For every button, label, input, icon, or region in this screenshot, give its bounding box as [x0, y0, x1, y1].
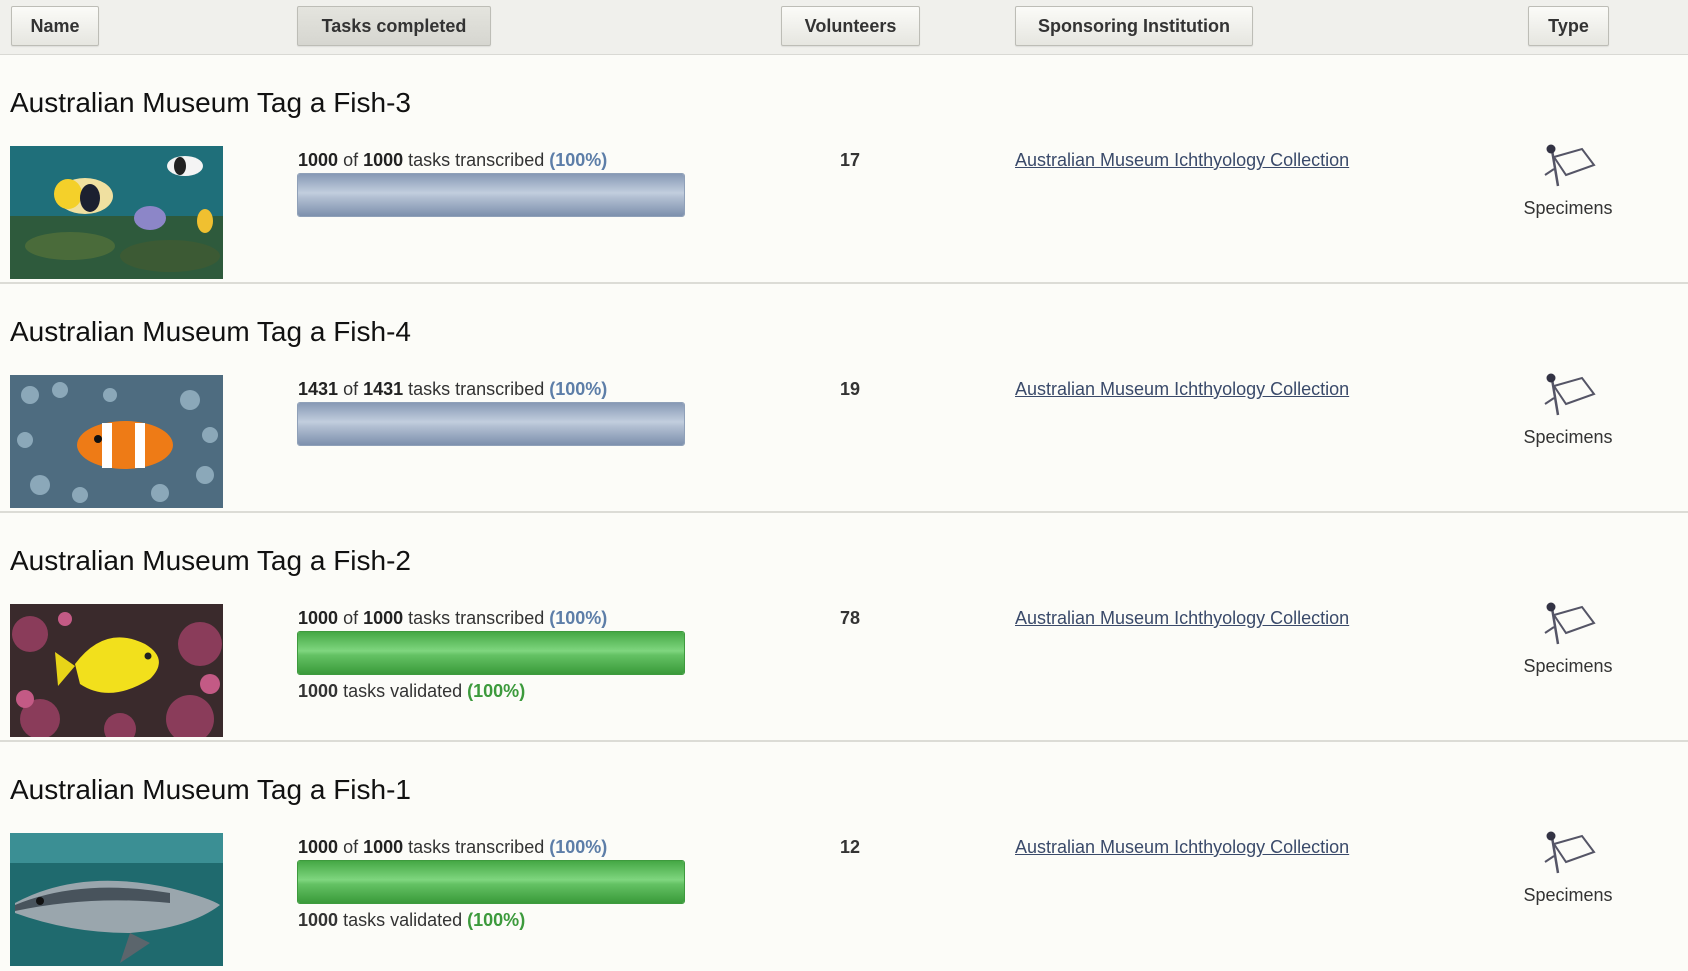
fish-butterflyfish-reef-image[interactable]	[10, 146, 223, 279]
transcribed-done: 1431	[298, 379, 339, 399]
transcribed-done: 1000	[298, 150, 339, 170]
transcribed-total: 1000	[363, 608, 404, 628]
type-label: Specimens	[1523, 885, 1613, 905]
of-word: of	[343, 150, 359, 170]
volunteer-count: 17	[839, 150, 861, 170]
fish-clownfish-anemone-thumbnail[interactable]	[10, 375, 223, 508]
transcribed-done: 1000	[298, 608, 339, 628]
transcribed-text: tasks transcribed	[408, 608, 545, 628]
sort-by-type-button[interactable]: Type	[1528, 6, 1609, 46]
progress-bar-fill	[298, 632, 684, 674]
project-name-link[interactable]: Australian Museum Tag a Fish-1	[10, 774, 411, 806]
institution-link[interactable]: Australian Museum Ichthyology Collection	[1015, 150, 1349, 171]
specimen-tag-icon	[1536, 828, 1598, 880]
project-row: Australian Museum Tag a Fish-4 1431 of 1…	[0, 284, 1688, 513]
volunteer-count: 12	[839, 837, 861, 857]
validated-text: tasks validated	[343, 681, 463, 701]
sort-by-institution-button[interactable]: Sponsoring Institution	[1015, 6, 1253, 46]
validated-number: 1000	[298, 910, 339, 930]
fish-yellow-tang-image[interactable]	[10, 604, 223, 737]
project-row: Australian Museum Tag a Fish-2 1000 of 1…	[0, 513, 1688, 742]
project-name-link[interactable]: Australian Museum Tag a Fish-2	[10, 545, 411, 577]
of-word: of	[343, 608, 359, 628]
specimen-tag-icon	[1536, 599, 1598, 651]
institution-link[interactable]: Australian Museum Ichthyology Collection	[1015, 608, 1349, 629]
fish-tuna-thumbnail[interactable]	[10, 833, 223, 966]
fish-butterflyfish-reef-thumbnail[interactable]	[10, 146, 223, 279]
fish-yellow-tang-thumbnail[interactable]	[10, 604, 223, 737]
fish-tuna-image[interactable]	[10, 833, 223, 966]
transcribed-percent: (100%)	[549, 608, 608, 628]
progress-bar	[297, 631, 685, 675]
transcribed-percent: (100%)	[549, 150, 608, 170]
validated-number: 1000	[298, 681, 339, 701]
validated-percent: (100%)	[467, 910, 526, 930]
institution-link[interactable]: Australian Museum Ichthyology Collection	[1015, 379, 1349, 400]
sort-by-tasks-button[interactable]: Tasks completed	[297, 6, 491, 46]
fish-clownfish-anemone-image[interactable]	[10, 375, 223, 508]
transcribed-text: tasks transcribed	[408, 837, 545, 857]
type-label: Specimens	[1523, 656, 1613, 676]
volunteer-count: 19	[839, 379, 861, 399]
type-label: Specimens	[1523, 198, 1613, 218]
transcribed-text: tasks transcribed	[408, 150, 545, 170]
institution-link[interactable]: Australian Museum Ichthyology Collection	[1015, 837, 1349, 858]
sort-by-volunteers-button[interactable]: Volunteers	[781, 6, 920, 46]
project-name-link[interactable]: Australian Museum Tag a Fish-4	[10, 316, 411, 348]
progress-bar-fill	[298, 403, 684, 445]
specimen-tag-icon	[1536, 141, 1598, 193]
progress-bar-fill	[298, 174, 684, 216]
table-header: Name Tasks completed Volunteers Sponsori…	[0, 0, 1688, 55]
transcribed-count: 1000 of 1000 tasks transcribed (100%)	[298, 150, 607, 171]
type-label: Specimens	[1523, 427, 1613, 447]
project-row: Australian Museum Tag a Fish-3 1000 of 1…	[0, 55, 1688, 284]
validated-count: 1000 tasks validated (100%)	[298, 681, 525, 702]
transcribed-percent: (100%)	[549, 379, 608, 399]
of-word: of	[343, 837, 359, 857]
progress-bar	[297, 860, 685, 904]
transcribed-total: 1000	[363, 150, 404, 170]
transcribed-count: 1431 of 1431 tasks transcribed (100%)	[298, 379, 607, 400]
project-list: Australian Museum Tag a Fish-3 1000 of 1…	[0, 55, 1688, 971]
transcribed-percent: (100%)	[549, 837, 608, 857]
specimen-tag-icon	[1536, 370, 1598, 422]
sort-by-name-button[interactable]: Name	[11, 6, 99, 46]
progress-bar-fill	[298, 861, 684, 903]
project-name-link[interactable]: Australian Museum Tag a Fish-3	[10, 87, 411, 119]
volunteer-count: 78	[839, 608, 861, 628]
transcribed-count: 1000 of 1000 tasks transcribed (100%)	[298, 837, 607, 858]
transcribed-total: 1000	[363, 837, 404, 857]
transcribed-total: 1431	[363, 379, 404, 399]
transcribed-text: tasks transcribed	[408, 379, 545, 399]
validated-text: tasks validated	[343, 910, 463, 930]
transcribed-count: 1000 of 1000 tasks transcribed (100%)	[298, 608, 607, 629]
project-row: Australian Museum Tag a Fish-1 1000 of 1…	[0, 742, 1688, 971]
validated-percent: (100%)	[467, 681, 526, 701]
of-word: of	[343, 379, 359, 399]
progress-bar	[297, 173, 685, 217]
transcribed-done: 1000	[298, 837, 339, 857]
progress-bar	[297, 402, 685, 446]
validated-count: 1000 tasks validated (100%)	[298, 910, 525, 931]
